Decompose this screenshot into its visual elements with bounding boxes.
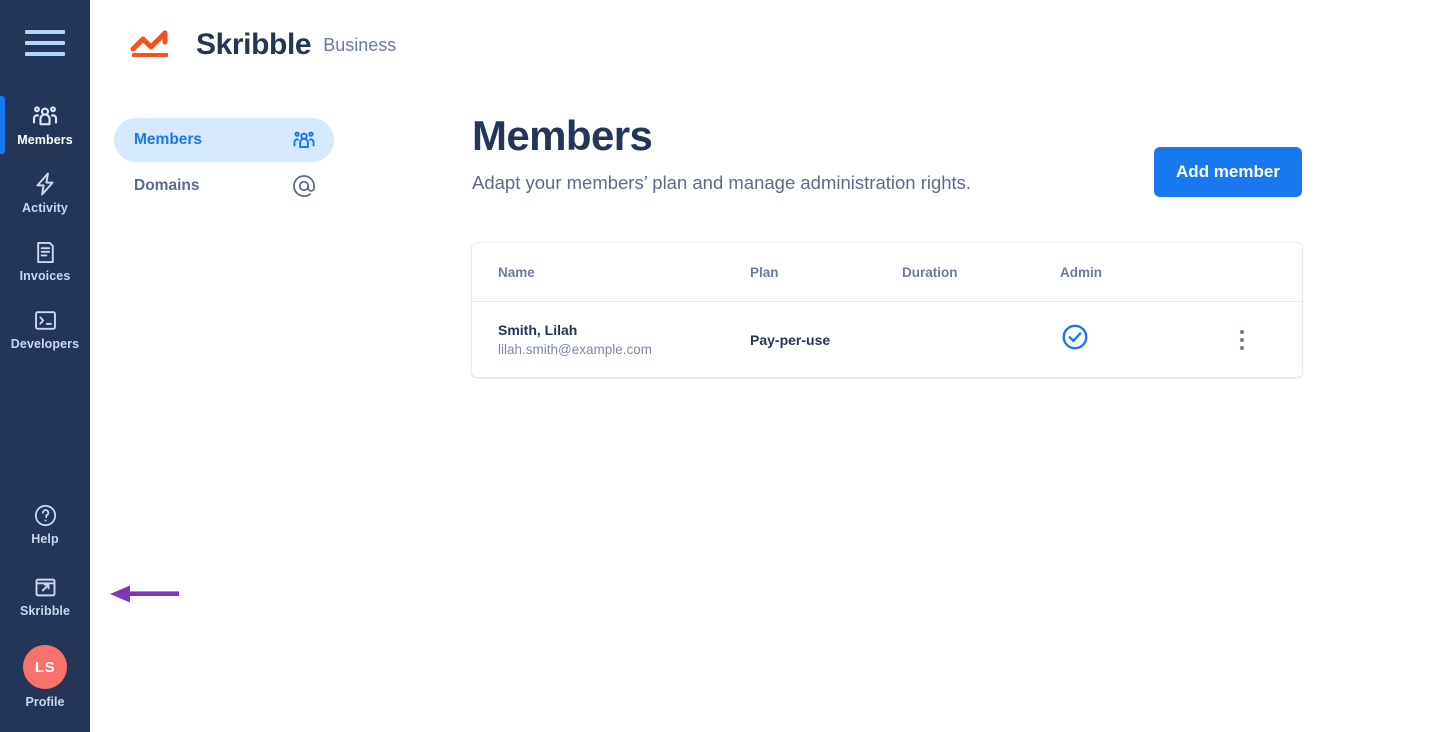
skribble-chart-mark-icon xyxy=(130,30,168,57)
cell-name: Smith, Lilah lilah.smith@example.com xyxy=(498,320,750,360)
app-logo[interactable]: Skribble Business xyxy=(130,28,396,62)
sidebar-item-members[interactable]: Members xyxy=(0,90,90,158)
tab-label: Members xyxy=(134,131,203,148)
active-indicator xyxy=(0,164,5,222)
sidebar: Members Activity Invoices Developers Hel… xyxy=(0,0,90,732)
table-row[interactable]: Smith, Lilah lilah.smith@example.com Pay… xyxy=(472,302,1302,377)
active-indicator xyxy=(0,232,5,290)
column-header-plan: Plan xyxy=(750,264,779,280)
sidebar-nav: Members Activity Invoices Developers xyxy=(0,90,90,362)
hamburger-bar xyxy=(25,52,65,56)
sidebar-item-activity[interactable]: Activity xyxy=(0,158,90,226)
external-link-icon xyxy=(30,572,60,602)
kebab-dot xyxy=(1240,345,1244,350)
table-header-row: Name Plan Duration Admin xyxy=(472,243,1302,302)
column-header-admin: Admin xyxy=(1060,264,1102,280)
sidebar-item-label: Invoices xyxy=(19,269,71,284)
member-name: Smith, Lilah xyxy=(498,321,578,338)
check-circle-icon[interactable] xyxy=(1060,324,1090,356)
sidebar-item-profile[interactable]: LS Profile xyxy=(0,645,90,709)
section-tabs: Members Domains xyxy=(114,118,334,208)
tab-domains[interactable]: Domains xyxy=(114,164,334,208)
sidebar-item-help[interactable]: Help xyxy=(0,494,90,552)
logo-title: Skribble xyxy=(196,28,312,61)
sidebar-item-label: Members xyxy=(17,133,73,148)
active-indicator xyxy=(0,300,5,358)
column-header-name: Name xyxy=(498,264,535,280)
logo-subtitle: Business xyxy=(323,34,397,55)
people-group-icon xyxy=(30,101,60,131)
cell-admin xyxy=(1060,322,1182,357)
column-header-duration: Duration xyxy=(902,264,958,280)
sidebar-item-label: Developers xyxy=(10,337,80,352)
people-group-icon xyxy=(290,126,318,154)
members-table: Name Plan Duration Admin Smith, Lilah li… xyxy=(472,243,1302,377)
cell-actions xyxy=(1182,326,1276,354)
cell-plan: Pay-per-use xyxy=(750,331,831,348)
question-circle-icon xyxy=(30,500,60,530)
lightning-bolt-icon xyxy=(30,169,60,199)
sidebar-item-label: Activity xyxy=(22,201,68,216)
sidebar-item-developers[interactable]: Developers xyxy=(0,294,90,362)
page-title: Members xyxy=(472,112,653,159)
tab-label: Domains xyxy=(134,177,200,194)
avatar: LS xyxy=(23,645,67,689)
at-sign-icon xyxy=(290,172,318,200)
page-subtitle: Adapt your members’ plan and manage admi… xyxy=(472,172,972,193)
member-email: lilah.smith@example.com xyxy=(498,341,653,357)
add-member-button[interactable]: Add member xyxy=(1154,147,1302,197)
terminal-icon xyxy=(30,305,60,335)
active-indicator xyxy=(0,96,5,154)
hamburger-icon[interactable] xyxy=(25,30,65,56)
kebab-dot xyxy=(1240,337,1244,342)
sidebar-item-label: Skribble xyxy=(19,604,71,619)
sidebar-bottom-nav: Help Skribble xyxy=(0,494,90,624)
sidebar-item-label: Profile xyxy=(25,695,65,709)
hamburger-bar xyxy=(25,41,65,45)
sidebar-item-invoices[interactable]: Invoices xyxy=(0,226,90,294)
kebab-dot xyxy=(1240,329,1244,334)
kebab-menu-icon[interactable] xyxy=(1236,326,1248,354)
tab-members[interactable]: Members xyxy=(114,118,334,162)
sidebar-item-label: Help xyxy=(31,532,59,547)
sidebar-item-skribble[interactable]: Skribble xyxy=(0,566,90,624)
annotation-arrow-left xyxy=(110,585,179,603)
hamburger-bar xyxy=(25,30,65,34)
document-lines-icon xyxy=(30,237,60,267)
